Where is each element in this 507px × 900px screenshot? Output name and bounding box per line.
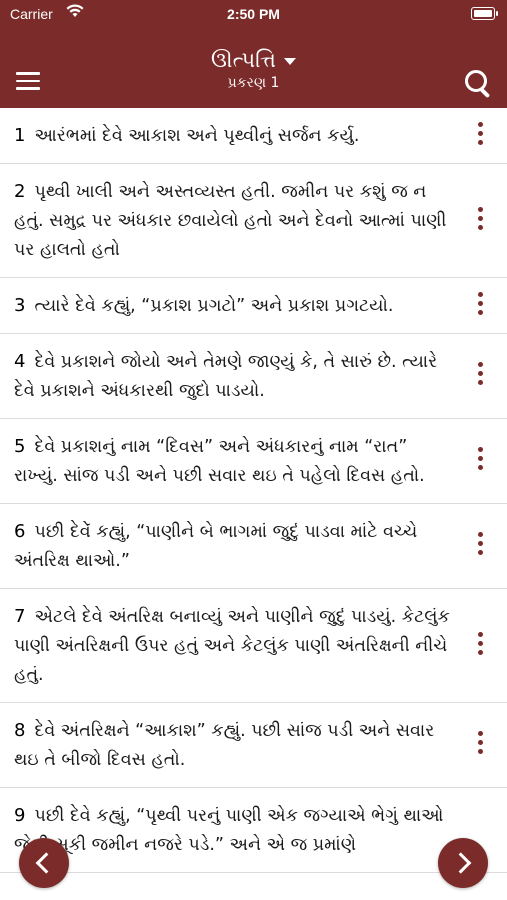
caret-down-icon: [283, 57, 296, 65]
verse-number: 4: [14, 351, 26, 372]
verse-number: 7: [14, 606, 26, 627]
more-vertical-icon[interactable]: [475, 447, 485, 475]
verse-row[interactable]: 6 પછી દેવેૅ કહ્યું, “પાણીને બે ભાગમાં જુ…: [0, 504, 507, 589]
verse-row[interactable]: 7 એટલે દેવે અંતરિક્ષ બનાવ્યું અને પાણીને…: [0, 589, 507, 703]
verse-row[interactable]: 3 ત્યારે દેવે કહ્યું, “પ્રકાશ પ્રગટો” અન…: [0, 278, 507, 334]
chevron-right-icon: [450, 852, 472, 874]
verse-number: 8: [14, 720, 26, 741]
verse-text: એટલે દેવે અંતરિક્ષ બનાવ્યું અને પાણીને જ…: [14, 607, 450, 685]
more-vertical-icon[interactable]: [475, 532, 485, 560]
verse-text: દેવે અંતરિક્ષને “આકાશ” કહ્યું. પછી સાંજ …: [14, 721, 435, 770]
verse-row[interactable]: 9 પછી દેવે કહ્યું, “પૃથ્વી પરનું પાણી એક…: [0, 788, 507, 873]
verse-text: ત્યારે દેવે કહ્યું, “પ્રકાશ પ્રગટો” અને …: [34, 296, 394, 316]
verse-text: દેવે પ્રકાશને જોયો અને તેમણે જાણ્યું કે,…: [14, 352, 438, 401]
verse-list[interactable]: 1 આરંભમાં દેવે આકાશ અને પૃથ્વીનું સર્જન …: [0, 108, 507, 900]
verse-row[interactable]: 2 પૃથ્વી ખાલી અને અસ્તવ્યસ્ત હતી. જમીન પ…: [0, 164, 507, 278]
verse-row[interactable]: 5 દેવે પ્રકાશનું નામ “દિવસ” અને અંધકારનુ…: [0, 419, 507, 504]
verse-text: પૃથ્વી ખાલી અને અસ્તવ્યસ્ત હતી. જમીન પર …: [14, 182, 447, 260]
verse-text: પછી દેવે કહ્યું, “પૃથ્વી પરનું પાણી એક જ…: [14, 806, 444, 855]
more-vertical-icon[interactable]: [475, 362, 485, 390]
more-vertical-icon[interactable]: [475, 206, 485, 235]
title-block: ઊત્પત્તિ પ્રકરણ 1: [0, 48, 507, 91]
verse-text: આરંભમાં દેવે આકાશ અને પૃથ્વીનું સર્જન કર…: [34, 126, 360, 146]
book-selector[interactable]: ઊત્પત્તિ: [211, 48, 296, 73]
chapter-label: પ્રકરણ 1: [227, 75, 280, 91]
book-title: ઊત્પત્તિ: [211, 48, 276, 72]
more-vertical-icon[interactable]: [475, 121, 485, 150]
previous-chapter-button[interactable]: [19, 838, 69, 888]
verse-text: પછી દેવેૅ કહ્યું, “પાણીને બે ભાગમાં જુદુ…: [14, 522, 418, 571]
app-header: Carrier 2:50 PM ઊત્પત્તિ પ્રકરણ 1: [0, 0, 507, 108]
search-icon[interactable]: [463, 68, 493, 99]
verse-number: 5: [14, 436, 26, 457]
verse-text: દેવે પ્રકાશનું નામ “દિવસ” અને અંધકારનું …: [14, 437, 425, 486]
status-bar: Carrier 2:50 PM: [0, 0, 507, 28]
next-chapter-button[interactable]: [438, 838, 488, 888]
verse-number: 2: [14, 181, 26, 202]
verse-row[interactable]: 4 દેવે પ્રકાશને જોયો અને તેમણે જાણ્યું ક…: [0, 334, 507, 419]
verse-number: 9: [14, 805, 26, 826]
verse-number: 1: [14, 125, 26, 146]
battery-icon: [471, 7, 498, 20]
more-vertical-icon[interactable]: [475, 631, 485, 660]
more-vertical-icon[interactable]: [475, 291, 485, 320]
verse-row[interactable]: 8 દેવે અંતરિક્ષને “આકાશ” કહ્યું. પછી સાં…: [0, 703, 507, 788]
more-vertical-icon[interactable]: [475, 731, 485, 759]
verse-number: 3: [14, 295, 26, 316]
chevron-left-icon: [35, 852, 57, 874]
status-time: 2:50 PM: [227, 6, 280, 22]
verse-number: 6: [14, 521, 26, 542]
verse-row[interactable]: 1 આરંભમાં દેવે આકાશ અને પૃથ્વીનું સર્જન …: [0, 108, 507, 164]
